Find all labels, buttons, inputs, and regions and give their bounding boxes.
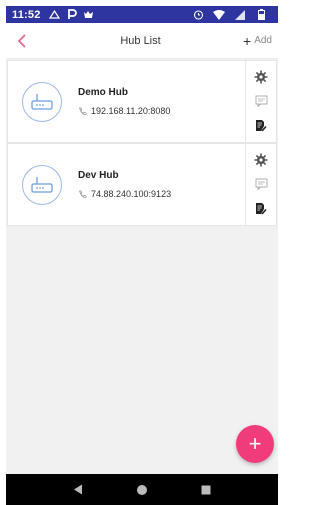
add-label: Add xyxy=(254,35,272,46)
hub-actions xyxy=(245,61,276,142)
hub-address: 74.88.240.100:9123 xyxy=(91,189,172,199)
back-button[interactable] xyxy=(6,23,38,59)
battery-icon xyxy=(255,9,267,21)
gear-icon[interactable] xyxy=(252,68,270,86)
status-bar: 11:52 xyxy=(6,6,278,23)
plus-icon: + xyxy=(248,431,262,456)
page-title: Hub List xyxy=(120,34,161,47)
hub-address: 192.168.11.20:8080 xyxy=(91,106,171,116)
parking-icon xyxy=(66,9,78,21)
signal-icon xyxy=(234,9,246,21)
triangle-back-icon xyxy=(74,484,82,495)
alarm-icon xyxy=(192,9,204,21)
hub-item[interactable]: Demo Hub 192.168.11.20:8080 xyxy=(8,61,245,142)
navigation-bar xyxy=(6,474,278,505)
app-header: Hub List + Add xyxy=(6,23,278,59)
chevron-left-icon xyxy=(17,33,26,48)
hub-item[interactable]: Dev Hub 74.88.240.100:9123 xyxy=(8,144,245,225)
phone-icon xyxy=(78,190,87,199)
circle-home-icon xyxy=(137,484,147,495)
phone-icon xyxy=(78,107,87,116)
edit-document-icon[interactable] xyxy=(252,117,270,135)
back-nav-button[interactable] xyxy=(66,478,90,502)
app-icon xyxy=(83,9,95,21)
router-icon xyxy=(22,164,62,205)
hub-list: Demo Hub 192.168.11.20:8080 Dev Hub 74.8… xyxy=(6,59,278,474)
status-time: 11:52 xyxy=(12,8,41,21)
hub-actions xyxy=(245,144,276,225)
hub-name: Dev Hub xyxy=(78,170,119,181)
gear-icon[interactable] xyxy=(252,151,270,169)
home-nav-button[interactable] xyxy=(130,478,154,502)
add-button[interactable]: + Add xyxy=(243,34,278,48)
hub-card: Demo Hub 192.168.11.20:8080 xyxy=(7,60,277,143)
router-icon xyxy=(22,81,62,122)
wifi-icon xyxy=(213,9,225,21)
add-hub-fab[interactable]: + xyxy=(236,425,274,463)
edit-document-icon[interactable] xyxy=(252,200,270,218)
square-recents-icon xyxy=(201,485,211,494)
hub-name: Demo Hub xyxy=(78,87,128,98)
plus-icon: + xyxy=(243,32,252,49)
navigation-icon xyxy=(49,9,61,21)
message-icon[interactable] xyxy=(252,175,270,193)
hub-card: Dev Hub 74.88.240.100:9123 xyxy=(7,143,277,226)
message-icon[interactable] xyxy=(252,92,270,110)
recents-nav-button[interactable] xyxy=(194,478,218,502)
